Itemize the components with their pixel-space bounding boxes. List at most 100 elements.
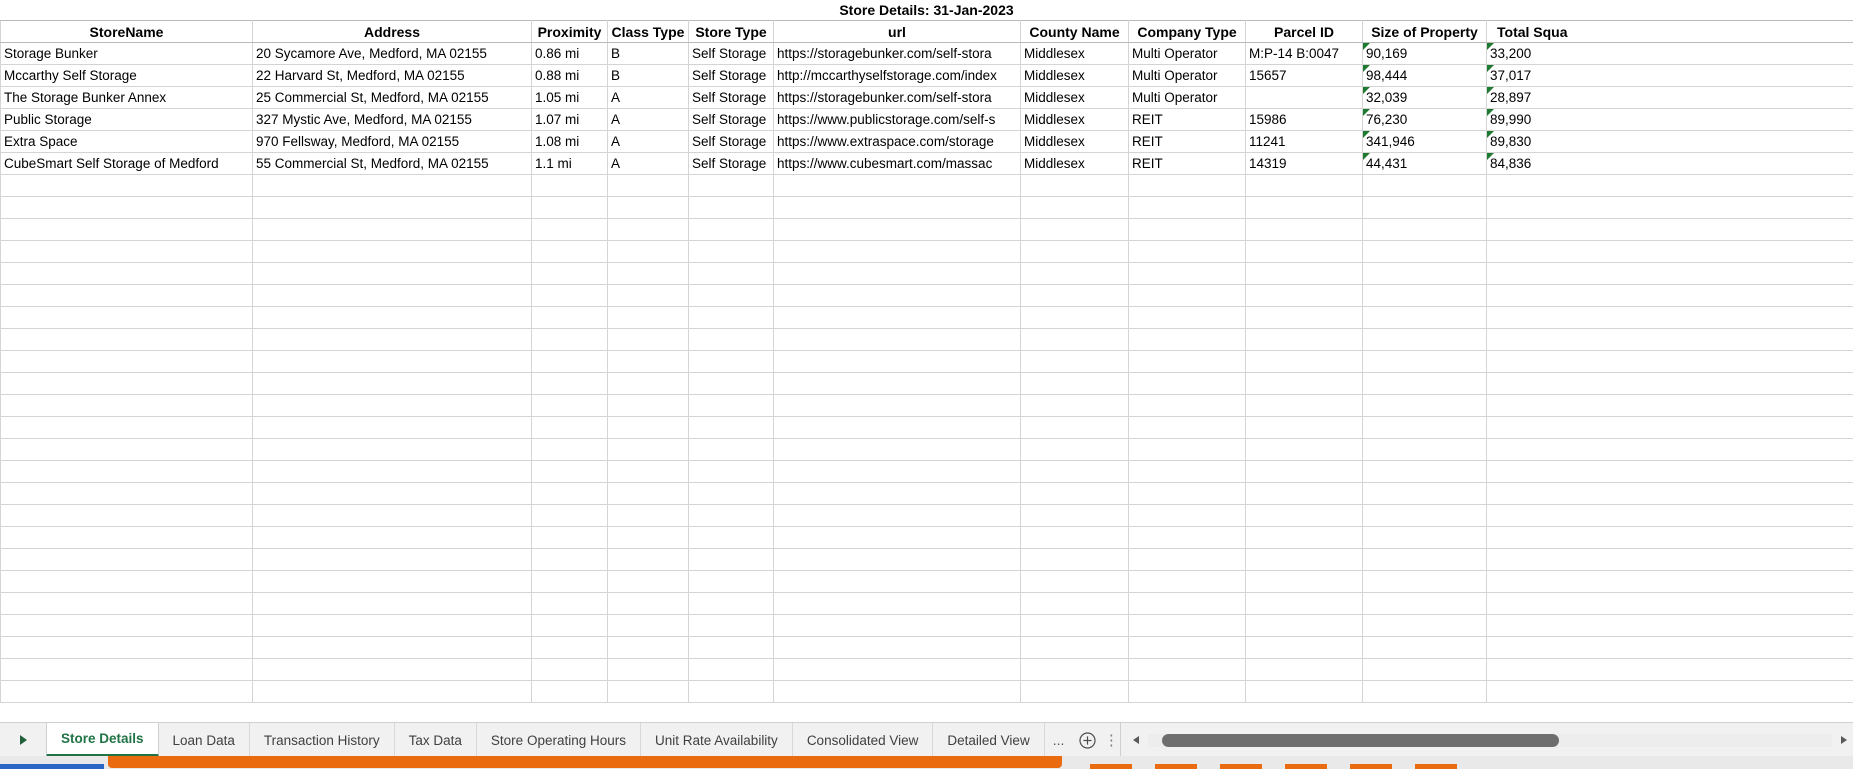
empty-cell[interactable]	[607, 504, 689, 527]
empty-cell[interactable]	[1362, 218, 1487, 241]
empty-cell[interactable]	[1128, 636, 1246, 659]
empty-cell[interactable]	[531, 394, 608, 417]
empty-cell[interactable]	[607, 284, 689, 307]
empty-cell[interactable]	[607, 438, 689, 461]
empty-cell[interactable]	[607, 394, 689, 417]
empty-cell[interactable]	[688, 350, 774, 373]
empty-cell[interactable]	[688, 328, 774, 351]
taskbar-chip-5[interactable]	[1350, 764, 1392, 769]
url-cell[interactable]: https://www.extraspace.com/storage	[773, 130, 1021, 153]
class-type-cell[interactable]: A	[607, 130, 689, 153]
empty-cell[interactable]	[1020, 174, 1129, 197]
empty-cell[interactable]	[607, 416, 689, 439]
sheet-tab-overflow[interactable]: ...	[1045, 723, 1073, 757]
empty-cell[interactable]	[1362, 262, 1487, 285]
empty-cell[interactable]	[688, 174, 774, 197]
empty-cell[interactable]	[773, 262, 1021, 285]
empty-cell[interactable]	[1020, 372, 1129, 395]
empty-cell[interactable]	[688, 284, 774, 307]
company-type-cell[interactable]: REIT	[1128, 108, 1246, 131]
empty-cell[interactable]	[0, 504, 253, 527]
empty-cell[interactable]	[1128, 570, 1246, 593]
empty-cell[interactable]	[688, 240, 774, 263]
empty-cell[interactable]	[688, 460, 774, 483]
empty-cell[interactable]	[607, 262, 689, 285]
column-header-county-name[interactable]: County Name	[1020, 20, 1129, 43]
empty-cell[interactable]	[1486, 548, 1853, 571]
empty-cell[interactable]	[773, 306, 1021, 329]
empty-cell[interactable]	[1486, 394, 1853, 417]
empty-cell[interactable]	[1486, 174, 1853, 197]
empty-cell[interactable]	[1362, 438, 1487, 461]
column-header-url[interactable]: url	[773, 20, 1021, 43]
empty-cell[interactable]	[773, 526, 1021, 549]
parcel-id-cell[interactable]: M:P-14 B:0047	[1245, 42, 1363, 65]
total-square-cell[interactable]: 89,830	[1486, 130, 1853, 153]
empty-cell[interactable]	[773, 614, 1021, 637]
empty-cell[interactable]	[1362, 174, 1487, 197]
empty-cell[interactable]	[607, 658, 689, 681]
empty-cell[interactable]	[1362, 548, 1487, 571]
empty-cell[interactable]	[1020, 548, 1129, 571]
empty-cell[interactable]	[0, 614, 253, 637]
empty-cell[interactable]	[1362, 416, 1487, 439]
empty-cell[interactable]	[688, 306, 774, 329]
empty-cell[interactable]	[531, 614, 608, 637]
empty-cell[interactable]	[1020, 570, 1129, 593]
taskbar-chip-3[interactable]	[1220, 764, 1262, 769]
address-cell[interactable]: 970 Fellsway, Medford, MA 02155	[252, 130, 532, 153]
empty-cell[interactable]	[1020, 614, 1129, 637]
column-header-address[interactable]: Address	[252, 20, 532, 43]
parcel-id-cell[interactable]: 15986	[1245, 108, 1363, 131]
empty-cell[interactable]	[1362, 372, 1487, 395]
county-name-cell[interactable]: Middlesex	[1020, 64, 1129, 87]
empty-cell[interactable]	[1245, 570, 1363, 593]
empty-cell[interactable]	[1362, 680, 1487, 703]
empty-cell[interactable]	[531, 636, 608, 659]
empty-cell[interactable]	[1486, 416, 1853, 439]
empty-cell[interactable]	[252, 614, 532, 637]
empty-cell[interactable]	[688, 658, 774, 681]
empty-cell[interactable]	[1486, 636, 1853, 659]
url-cell[interactable]: https://www.publicstorage.com/self-s	[773, 108, 1021, 131]
empty-cell[interactable]	[1486, 438, 1853, 461]
store-type-cell[interactable]: Self Storage	[688, 108, 774, 131]
empty-cell[interactable]	[1486, 218, 1853, 241]
empty-cell[interactable]	[773, 658, 1021, 681]
store-type-cell[interactable]: Self Storage	[688, 42, 774, 65]
empty-cell[interactable]	[0, 262, 253, 285]
empty-cell[interactable]	[1486, 196, 1853, 219]
empty-cell[interactable]	[688, 372, 774, 395]
empty-cell[interactable]	[1486, 658, 1853, 681]
sheet-tab-store-details[interactable]: Store Details	[46, 723, 159, 757]
empty-cell[interactable]	[688, 570, 774, 593]
store-type-cell[interactable]: Self Storage	[688, 152, 774, 175]
address-cell[interactable]: 327 Mystic Ave, Medford, MA 02155	[252, 108, 532, 131]
empty-cell[interactable]	[1245, 174, 1363, 197]
empty-cell[interactable]	[1486, 592, 1853, 615]
empty-cell[interactable]	[688, 438, 774, 461]
empty-cell[interactable]	[773, 504, 1021, 527]
empty-cell[interactable]	[607, 614, 689, 637]
empty-cell[interactable]	[531, 658, 608, 681]
empty-cell[interactable]	[1245, 328, 1363, 351]
empty-cell[interactable]	[0, 526, 253, 549]
empty-cell[interactable]	[1128, 592, 1246, 615]
taskbar-chip-6[interactable]	[1415, 764, 1457, 769]
empty-cell[interactable]	[1245, 592, 1363, 615]
taskbar-active-window[interactable]	[108, 756, 1062, 768]
empty-cell[interactable]	[0, 570, 253, 593]
empty-cell[interactable]	[1362, 328, 1487, 351]
empty-cell[interactable]	[0, 482, 253, 505]
empty-cell[interactable]	[1128, 350, 1246, 373]
empty-cell[interactable]	[1362, 570, 1487, 593]
empty-cell[interactable]	[1245, 240, 1363, 263]
empty-cell[interactable]	[607, 196, 689, 219]
store-type-cell[interactable]: Self Storage	[688, 130, 774, 153]
total-square-cell[interactable]: 33,200	[1486, 42, 1853, 65]
empty-cell[interactable]	[252, 218, 532, 241]
empty-cell[interactable]	[1128, 328, 1246, 351]
empty-cell[interactable]	[252, 570, 532, 593]
empty-cell[interactable]	[1128, 372, 1246, 395]
size-of-property-cell[interactable]: 341,946	[1362, 130, 1487, 153]
